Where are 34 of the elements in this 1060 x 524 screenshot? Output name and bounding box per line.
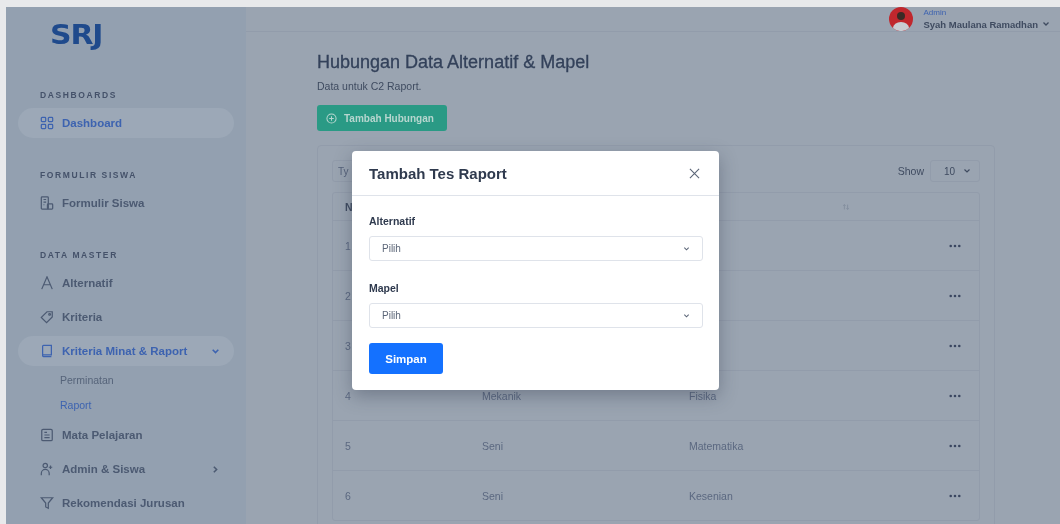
save-button[interactable]: Simpan (369, 343, 443, 374)
table-cell: Seni (482, 439, 503, 452)
nav-item[interactable]: Kriteria Minat & Raport (18, 336, 234, 366)
table-cell: Kesenian (689, 489, 733, 502)
page-title: Hubungan Data Alternatif & Mapel (317, 52, 590, 73)
select-field[interactable]: Pilih (369, 303, 703, 328)
nav-item[interactable]: Kriteria (18, 302, 234, 332)
page-size-select[interactable]: 10 (930, 160, 980, 182)
user-name[interactable]: Syah Maulana Ramadhan (923, 19, 1038, 30)
nav-item[interactable]: Dashboard (18, 108, 234, 138)
field-label: Alternatif (369, 215, 416, 227)
nav-item[interactable]: Alternatif (18, 268, 234, 298)
nav-item[interactable]: Admin & Siswa (18, 454, 234, 484)
nav-item[interactable]: Formulir Siswa (18, 188, 234, 218)
nav-item[interactable]: Mata Pelajaran (18, 420, 234, 450)
show-label: Show (897, 165, 924, 177)
submenu-item[interactable]: Raport (60, 399, 92, 411)
submenu-item[interactable]: Perminatan (60, 374, 114, 386)
add-button[interactable]: Tambah Hubungan (317, 105, 447, 131)
field-label: Mapel (369, 282, 399, 294)
table-cell: Seni (482, 489, 503, 502)
table-cell: 5 (345, 439, 351, 452)
select-field[interactable]: Pilih (369, 236, 703, 261)
section-heading: DATA MASTER (40, 250, 118, 260)
table-cell: 6 (345, 489, 351, 502)
nav-item[interactable]: Rekomendasi Jurusan (18, 488, 234, 518)
column-header[interactable]: N (345, 200, 353, 213)
logo: SRJ (50, 20, 103, 52)
page-subtitle: Data untuk C2 Raport. (317, 80, 422, 92)
modal-title: Tambah Tes Raport (369, 164, 507, 182)
section-heading: DASHBOARDS (40, 90, 117, 100)
user-role: Admin (923, 8, 948, 17)
section-heading: FORMULIR SISWA (40, 170, 137, 180)
table-cell: Matematika (689, 439, 744, 452)
